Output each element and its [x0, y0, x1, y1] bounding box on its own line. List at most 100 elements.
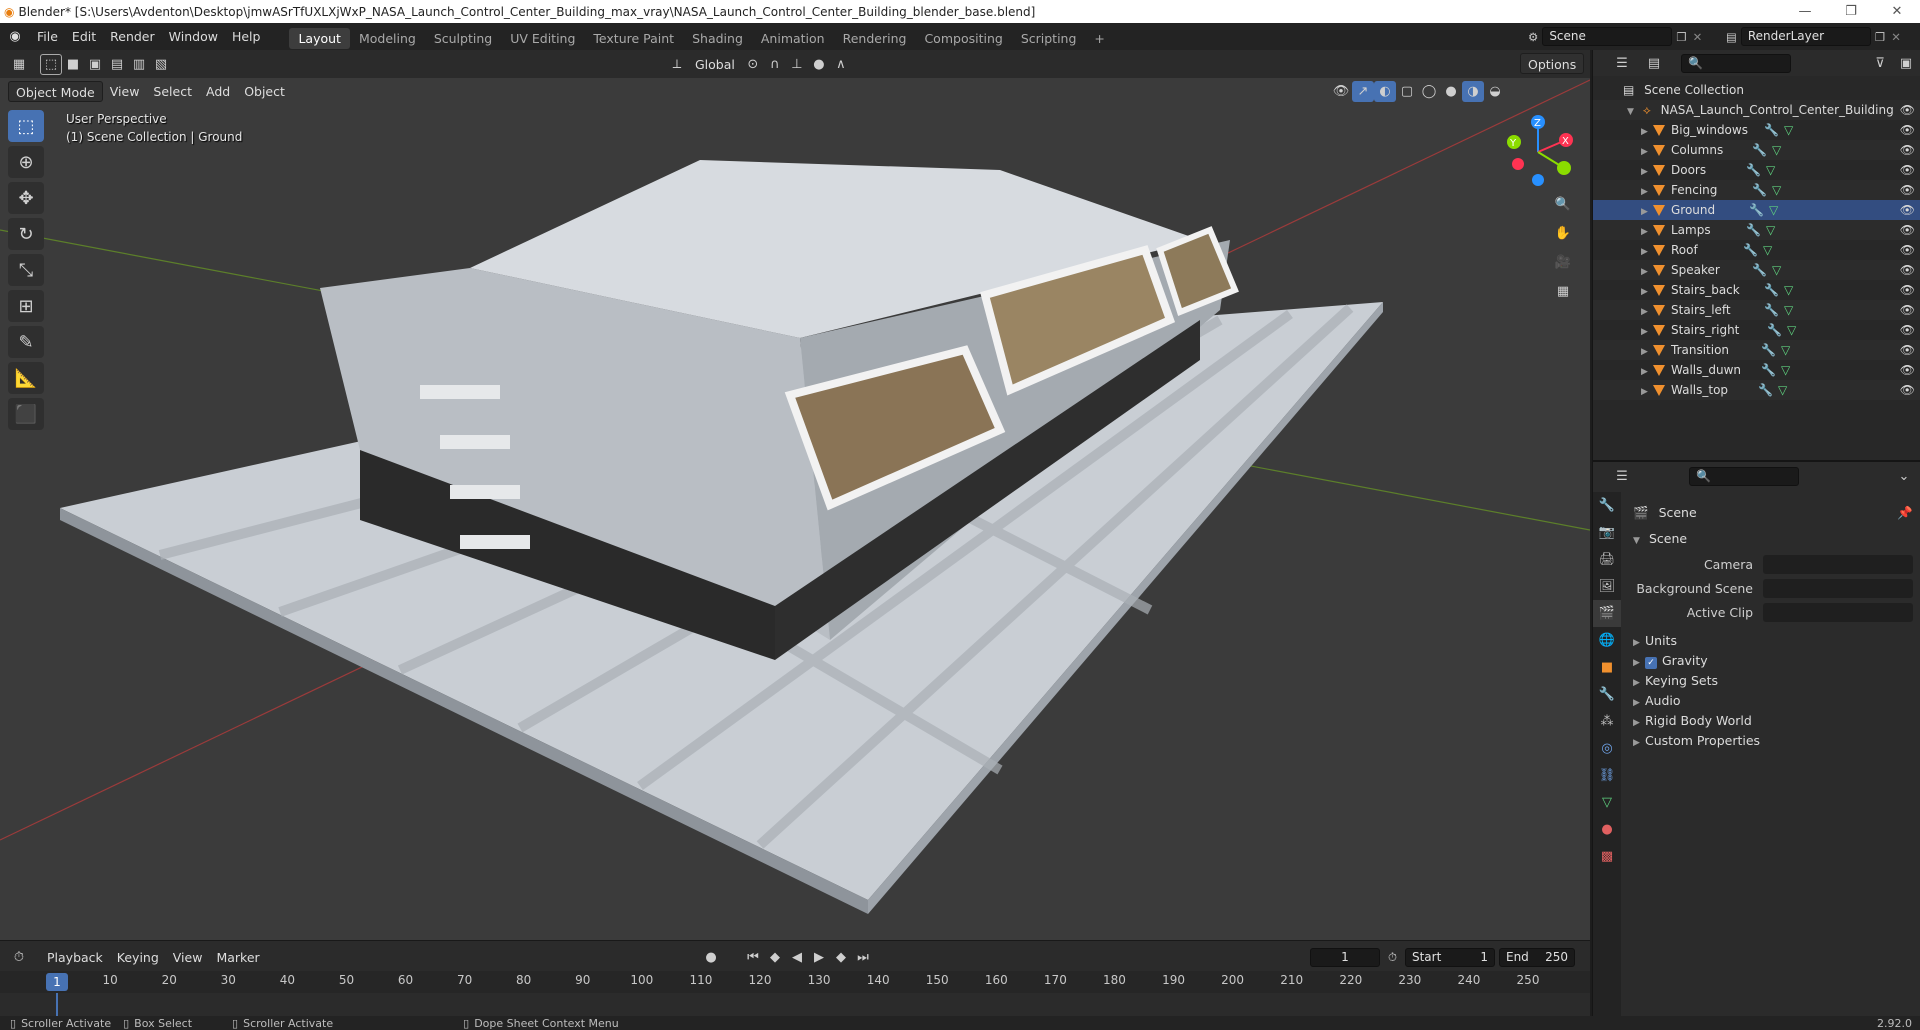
- material-tab-icon[interactable]: ●: [1593, 816, 1621, 843]
- transform-orientation-icon[interactable]: ⟂: [666, 54, 688, 75]
- outliner-collection[interactable]: ▼ ⟡ NASA_Launch_Control_Center_Building …: [1593, 100, 1920, 120]
- tab-texture-paint[interactable]: Texture Paint: [584, 28, 683, 49]
- editor-type-icon[interactable]: ▦: [8, 54, 30, 75]
- 3d-viewport[interactable]: ▦ ⬚ ■ ▣ ▤ ▥ ▧ ⟂ Global ⊙ ∩ ⊥ ● ∧ Options…: [0, 50, 1590, 940]
- mesh-data-icon[interactable]: ▽: [1784, 300, 1793, 320]
- eye-icon[interactable]: 👁: [1900, 240, 1915, 260]
- select-mode-subtract-icon[interactable]: ▤: [106, 54, 128, 75]
- camera-field[interactable]: [1763, 555, 1913, 574]
- timeline-menu-marker[interactable]: Marker: [209, 947, 266, 968]
- play-reverse-icon[interactable]: ◀: [786, 947, 808, 968]
- record-icon[interactable]: ●: [700, 947, 722, 968]
- jump-end-icon[interactable]: ⏭: [852, 947, 874, 968]
- timeline-menu-view[interactable]: View: [166, 947, 210, 968]
- eye-icon[interactable]: 👁: [1900, 360, 1915, 380]
- render-tab-icon[interactable]: 📷: [1593, 519, 1621, 546]
- outliner-item-big-windows[interactable]: ▶ Big_windows 🔧 ▽ 👁: [1593, 120, 1920, 140]
- scene-icon[interactable]: ⚙: [1528, 30, 1538, 44]
- expand-icon[interactable]: ▶: [1641, 162, 1653, 182]
- eye-icon[interactable]: 👁: [1900, 280, 1915, 300]
- shading-rendered-icon[interactable]: ◒: [1484, 81, 1506, 102]
- timeline-menu-keying[interactable]: Keying: [110, 947, 166, 968]
- xray-icon[interactable]: ▢: [1396, 81, 1418, 102]
- object-tab-icon[interactable]: ■: [1593, 654, 1621, 681]
- timeline-menu-playback[interactable]: Playback: [40, 947, 110, 968]
- section-audio[interactable]: ▶ Audio: [1633, 690, 1913, 712]
- outliner-item-stairs-left[interactable]: ▶ Stairs_left 🔧 ▽ 👁: [1593, 300, 1920, 320]
- mode-dropdown[interactable]: Object Mode: [8, 80, 103, 102]
- tab-uv-editing[interactable]: UV Editing: [501, 28, 584, 49]
- tab-rendering[interactable]: Rendering: [834, 28, 916, 49]
- select-mode-extend-icon[interactable]: ▣: [84, 54, 106, 75]
- select-box-tool-icon[interactable]: ⬚: [8, 110, 44, 142]
- renderlayer-selector[interactable]: RenderLayer: [1740, 27, 1871, 46]
- outliner-item-stairs-right[interactable]: ▶ Stairs_right 🔧 ▽ 👁: [1593, 320, 1920, 340]
- eye-icon[interactable]: 👁: [1900, 260, 1915, 280]
- transform-tool-icon[interactable]: ⊞: [8, 290, 44, 322]
- pivot-point-icon[interactable]: ⊙: [742, 54, 764, 75]
- new-collection-icon[interactable]: ▣: [1895, 53, 1917, 74]
- viewport-menu-object[interactable]: Object: [237, 81, 292, 102]
- remove-renderlayer-icon[interactable]: ✕: [1891, 30, 1901, 44]
- outliner-item-fencing[interactable]: ▶ Fencing 🔧 ▽ 👁: [1593, 180, 1920, 200]
- clock-icon[interactable]: ⏱: [1388, 950, 1397, 965]
- viewport-menu-select[interactable]: Select: [146, 81, 199, 102]
- select-mode-new-icon[interactable]: ■: [62, 54, 84, 75]
- play-icon[interactable]: ▶: [808, 947, 830, 968]
- scene-panel-header[interactable]: ▼ Scene: [1633, 528, 1913, 550]
- annotate-tool-icon[interactable]: ✎: [8, 326, 44, 358]
- eye-icon[interactable]: 👁: [1900, 340, 1915, 360]
- add-workspace-icon[interactable]: +: [1085, 28, 1113, 49]
- outliner-item-walls-top[interactable]: ▶ Walls_top 🔧 ▽ 👁: [1593, 380, 1920, 400]
- properties-search-input[interactable]: 🔍: [1689, 466, 1799, 486]
- select-mode-intersect-icon[interactable]: ▧: [150, 54, 172, 75]
- expand-icon[interactable]: ▶: [1641, 242, 1653, 262]
- ortho-grid-icon[interactable]: ▦: [1552, 281, 1574, 302]
- expand-icon[interactable]: ▶: [1641, 202, 1653, 222]
- falloff-icon[interactable]: ∧: [830, 54, 852, 75]
- eye-icon[interactable]: 👁: [1900, 120, 1915, 140]
- eye-icon[interactable]: 👁: [1900, 180, 1915, 200]
- section-units[interactable]: ▶ Units: [1633, 630, 1913, 652]
- expand-icon[interactable]: ▶: [1641, 282, 1653, 302]
- minimize-icon[interactable]: —: [1782, 0, 1828, 23]
- physics-tab-icon[interactable]: ◎: [1593, 735, 1621, 762]
- outliner-item-transition[interactable]: ▶ Transition 🔧 ▽ 👁: [1593, 340, 1920, 360]
- modifier-tab-icon[interactable]: 🔧: [1593, 681, 1621, 708]
- copy-scene-icon[interactable]: ❐: [1676, 30, 1686, 44]
- timeline-ruler[interactable]: 1 10 20 30 40 50 60 70 80 90 100 110 120 130 140 150 160…: [0, 971, 1590, 993]
- particles-tab-icon[interactable]: ⁂: [1593, 708, 1621, 735]
- eye-icon[interactable]: 👁: [1900, 100, 1915, 120]
- overlay-toggle-icon[interactable]: ◐: [1374, 80, 1396, 102]
- expand-icon[interactable]: ▶: [1641, 262, 1653, 282]
- modifier-icon[interactable]: 🔧: [1752, 140, 1767, 160]
- proportional-edit-icon[interactable]: ●: [808, 54, 830, 75]
- expand-icon[interactable]: ▶: [1641, 302, 1653, 322]
- zoom-icon[interactable]: 🔍: [1552, 194, 1574, 215]
- mesh-data-icon[interactable]: ▽: [1772, 180, 1781, 200]
- mesh-data-icon[interactable]: ▽: [1781, 360, 1790, 380]
- menu-window[interactable]: Window: [162, 23, 225, 50]
- properties-editor-type-icon[interactable]: ☰: [1611, 466, 1633, 487]
- jump-start-icon[interactable]: ⏮: [742, 947, 764, 968]
- modifier-icon[interactable]: 🔧: [1758, 380, 1773, 400]
- mesh-data-icon[interactable]: ▽: [1769, 200, 1778, 220]
- section-gravity[interactable]: ▶ ✓ Gravity: [1633, 650, 1913, 672]
- modifier-icon[interactable]: 🔧: [1743, 240, 1758, 260]
- camera-view-icon[interactable]: 🎥: [1552, 252, 1574, 273]
- pin-icon[interactable]: 📌: [1897, 502, 1913, 524]
- eye-icon[interactable]: 👁: [1900, 160, 1915, 180]
- modifier-icon[interactable]: 🔧: [1761, 340, 1776, 360]
- maximize-icon[interactable]: ❐: [1828, 0, 1874, 23]
- pan-hand-icon[interactable]: ✋: [1552, 223, 1574, 244]
- section-expand-icon[interactable]: ▶: [1633, 732, 1645, 754]
- tool-tab-icon[interactable]: 🔧: [1593, 492, 1621, 519]
- remove-scene-icon[interactable]: ✕: [1693, 30, 1703, 44]
- modifier-icon[interactable]: 🔧: [1749, 200, 1764, 220]
- tab-shading[interactable]: Shading: [683, 28, 752, 49]
- viewport-menu-add[interactable]: Add: [199, 81, 237, 102]
- section-custom-properties[interactable]: ▶ Custom Properties: [1633, 730, 1913, 752]
- transform-orientation-dropdown[interactable]: Global: [688, 54, 742, 75]
- modifier-icon[interactable]: 🔧: [1752, 260, 1767, 280]
- copy-renderlayer-icon[interactable]: ❐: [1875, 30, 1885, 44]
